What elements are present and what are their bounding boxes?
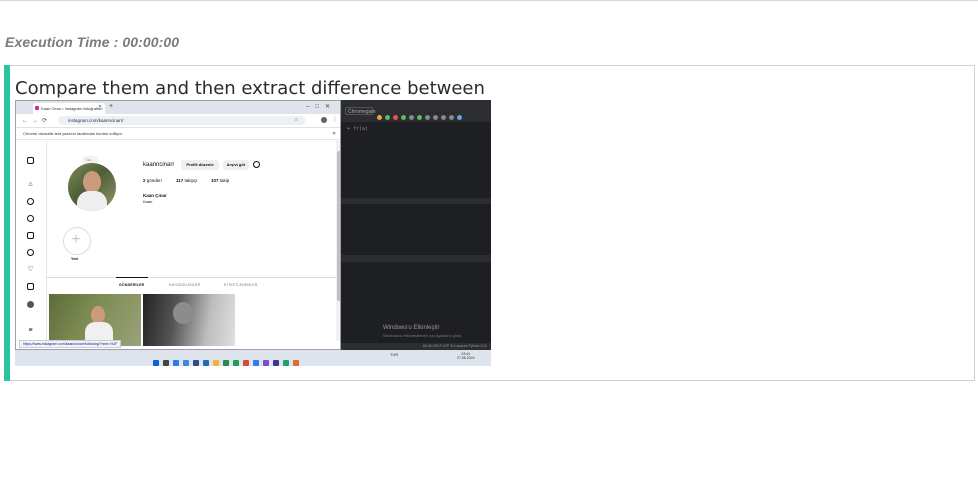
plus-icon: + (71, 231, 81, 248)
app-icon (173, 360, 179, 366)
message-accent-bar (4, 65, 10, 381)
search-icon (27, 198, 34, 205)
explore-icon (27, 215, 34, 222)
instagram-sidebar (16, 141, 47, 341)
ide-code-text: + fr(a) (347, 126, 369, 132)
profile-icon (321, 117, 327, 123)
ide-terminal-header (341, 255, 491, 262)
followers-stat: 117 takipçi (176, 178, 197, 183)
desktop-screenshot-image: Chromegam + fr(a) Windows'u Etkinleştir … (15, 100, 491, 366)
following-stat: 107 takip (211, 178, 229, 183)
messages-icon (27, 249, 34, 256)
address-bar: instagram.com/kaanncinarr/ (58, 116, 306, 125)
posts-count: 2 (143, 178, 146, 183)
app-icon (233, 360, 239, 366)
heart-icon: ♡ (27, 266, 34, 273)
post2-face (173, 302, 193, 324)
tab-posts: GÖNDERİLER (119, 283, 145, 287)
chrome-window: Kaan Cinar • Instagram fotoğrafları ✕ + … (15, 100, 341, 350)
app-icon (203, 360, 209, 366)
profile-tab-active-indicator (116, 277, 148, 278)
scrollbar-thumb (337, 151, 340, 301)
app-icon (293, 360, 299, 366)
chrome-tab: Kaan Cinar • Instagram fotoğrafları (33, 103, 105, 114)
profile-avatar-icon (27, 301, 34, 308)
app-icon (183, 360, 189, 366)
profile-avatar (68, 163, 116, 211)
execution-time-label: Execution Time : 00:00:00 (5, 34, 180, 50)
post-thumbnail-1 (49, 294, 141, 346)
following-count: 107 (211, 178, 219, 183)
windows-activation-watermark: Windows'u Etkinleştir (383, 325, 440, 331)
chrome-menu-icon: ⋮ (332, 117, 338, 123)
followers-count: 117 (176, 178, 184, 183)
system-clock: 03:44 27.08.2024 (457, 352, 475, 360)
system-tray-language: TUR (390, 352, 399, 357)
tab-saved: KAYDEDİLENLER (169, 283, 201, 287)
new-highlight-label: Yeni (71, 257, 79, 261)
menu-icon: ≡ (28, 327, 33, 334)
posts-stat: 2 gönderi (143, 178, 162, 183)
app-icon (283, 360, 289, 366)
avatar-body (77, 191, 107, 211)
start-icon (153, 360, 159, 366)
folder-icon (213, 360, 219, 366)
clock-date: 27.08.2024 (457, 356, 475, 360)
ide-editor (341, 122, 491, 262)
ide-toolbar-icons (377, 107, 491, 120)
new-tab-icon: + (109, 103, 114, 110)
windows-activation-subtext: Windows'u etkinleştirmek için Ayarlar'a … (383, 333, 463, 338)
instagram-logo-icon (27, 157, 34, 164)
followers-label: takipçi (184, 178, 198, 183)
home-icon: ⌂ (28, 181, 33, 188)
instagram-favicon-icon (35, 106, 39, 110)
app-icon (263, 360, 269, 366)
prompt-text: Compare them and then extract difference… (15, 78, 485, 99)
automation-infobar: Chrome otomatik test yazılımı tarafından… (16, 128, 340, 140)
ide-run-config-dropdown: Chromegam (345, 107, 376, 115)
navigation-icons: ←→⟳ (22, 118, 52, 124)
reels-icon (27, 232, 34, 239)
create-icon (27, 283, 34, 290)
ide-statusbar: 66:40 CRLF UTF-8 4 spaces Python 3.11 (341, 343, 491, 350)
following-label: takip (219, 178, 230, 183)
bookmark-star-icon: ☆ (294, 117, 302, 123)
posts-label: gönderi (146, 178, 162, 183)
avatar-face (83, 171, 101, 193)
post-thumbnail-2 (143, 294, 235, 346)
app-icon (253, 360, 259, 366)
search-icon (163, 360, 169, 366)
edit-profile-button: Profili düzenle (181, 160, 219, 170)
top-divider (0, 0, 978, 1)
view-archive-button: Arşivi gör (223, 160, 249, 170)
tab-close-icon: ✕ (98, 104, 103, 110)
app-icon (193, 360, 199, 366)
settings-gear-icon (253, 161, 260, 168)
profile-full-name: Kaan Çınar (143, 193, 167, 198)
taskbar-app-icons (153, 353, 303, 366)
app-icon (223, 360, 229, 366)
app-icon (273, 360, 279, 366)
window-controls: –□✕ (306, 104, 336, 110)
tab-tagged: ETİKETLENENLER (224, 283, 258, 287)
infobar-close-icon: ✕ (332, 131, 337, 137)
link-status-url: https://www.instagram.com/kaanncinarr/fo… (19, 340, 122, 348)
chrome-icon (243, 360, 249, 366)
profile-username: kaanncinarr (143, 162, 175, 168)
ide-editor-band (341, 198, 491, 204)
profile-bio: Kaan (143, 199, 153, 204)
profile-tabs-divider (46, 277, 336, 278)
